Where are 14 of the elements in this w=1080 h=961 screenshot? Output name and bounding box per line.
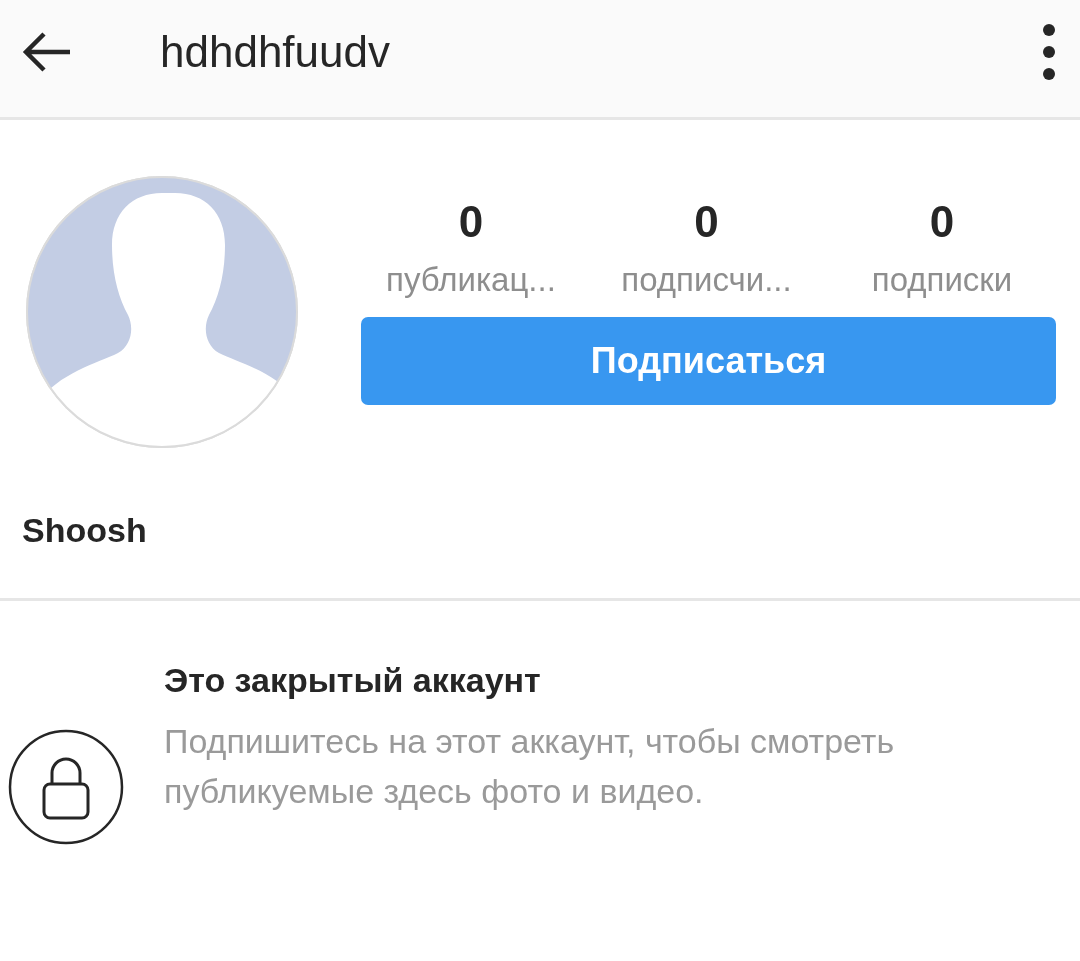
- private-account-title: Это закрытый аккаунт: [164, 661, 542, 700]
- username-title: hdhdhfuudv: [160, 26, 391, 77]
- stat-count: 0: [929, 197, 955, 247]
- stat-count: 0: [458, 197, 484, 247]
- more-options-icon[interactable]: [1042, 21, 1056, 82]
- stat-label[interactable]: подписчи...: [621, 261, 792, 299]
- lock-icon: [8, 729, 124, 845]
- stat-label[interactable]: публикац...: [386, 261, 556, 299]
- private-account-description: Подпишитесь на этот аккаунт, чтобы смотреть публикуемые здесь фото и видео.: [164, 721, 896, 812]
- stat-count: 0: [694, 197, 719, 247]
- profile-name: Shoosh: [21, 510, 148, 550]
- follow-button[interactable]: Подписаться: [361, 317, 1056, 405]
- stat-label[interactable]: подписки: [871, 261, 1013, 299]
- back-arrow-icon[interactable]: [22, 31, 72, 72]
